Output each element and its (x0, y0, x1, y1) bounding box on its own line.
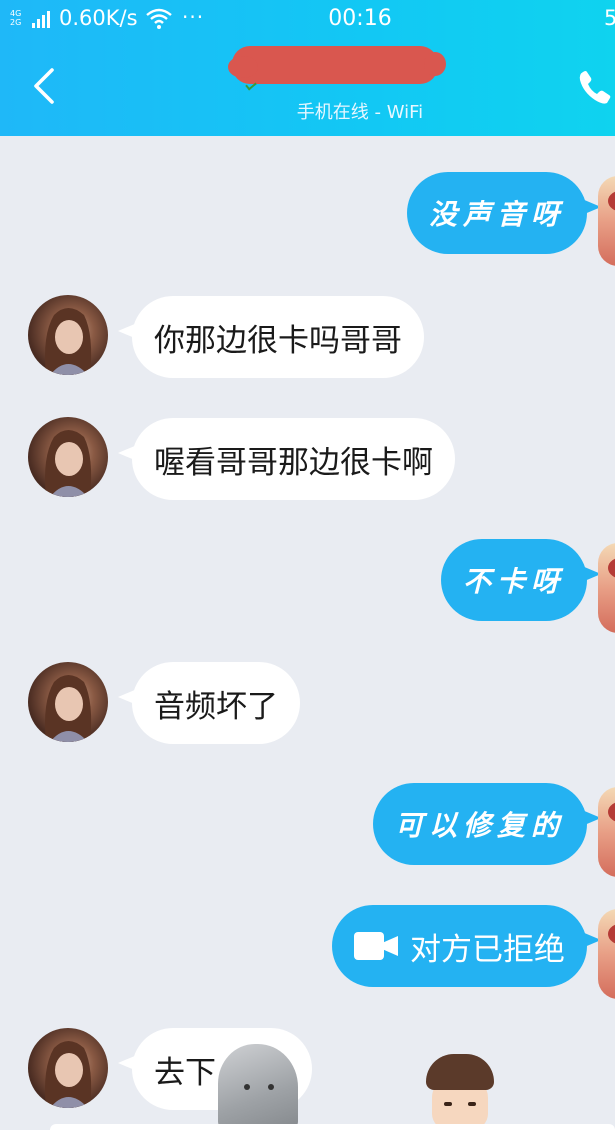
phone-call-icon[interactable] (575, 68, 615, 108)
self-avatar[interactable] (598, 909, 615, 999)
self-avatar[interactable] (598, 787, 615, 877)
message-text: 音频坏了 (154, 688, 278, 725)
video-call-icon (354, 932, 398, 960)
online-status: 手机在线 - WiFi (296, 102, 424, 123)
message-bubble-outgoing[interactable]: 可以修复的 (372, 783, 587, 865)
status-bar: 4G 2G 0.60K/s ··· 00:16 5 (0, 0, 615, 38)
video-call-status-bubble[interactable]: 对方已拒绝 (332, 905, 587, 987)
message-bubble-outgoing[interactable]: 不卡呀 (440, 539, 587, 621)
message-text: 你那边很卡吗哥哥 (154, 322, 402, 359)
message-text: 去下 (154, 1054, 216, 1091)
call-status-text: 对方已拒绝 (410, 931, 565, 968)
message-bubble-outgoing[interactable]: 没声音呀 (406, 172, 587, 254)
contact-name-redacted[interactable] (228, 46, 446, 84)
contact-avatar[interactable] (28, 295, 108, 375)
grey-character-sticker (218, 1044, 298, 1130)
self-avatar[interactable] (598, 543, 615, 633)
contact-avatar[interactable] (28, 662, 108, 742)
battery-level: 5 (604, 6, 615, 30)
contact-avatar[interactable] (28, 1028, 108, 1108)
input-bar-edge (50, 1124, 615, 1130)
message-text: 可以修复的 (394, 809, 565, 842)
message-text: 喔看哥哥那边很卡啊 (154, 444, 433, 481)
message-text: 不卡呀 (462, 565, 565, 598)
clock: 00:16 (328, 6, 392, 31)
message-bubble-incoming[interactable]: 你那边很卡吗哥哥 (132, 296, 424, 378)
message-bubble-incoming[interactable]: 音频坏了 (132, 662, 300, 744)
cartoon-boy-sticker (420, 1054, 500, 1130)
self-avatar[interactable] (598, 176, 615, 266)
chat-header: 4G 2G 0.60K/s ··· 00:16 5 手机在线 - WiFi (0, 0, 615, 136)
message-text: 没声音呀 (428, 198, 565, 231)
message-bubble-incoming[interactable]: 喔看哥哥那边很卡啊 (132, 418, 455, 500)
contact-avatar[interactable] (28, 417, 108, 497)
message-list[interactable]: 没声音呀 你那边很卡吗哥哥 喔看哥哥那边很卡啊 不卡呀 音频坏了 可以修复的 对… (0, 136, 615, 1130)
